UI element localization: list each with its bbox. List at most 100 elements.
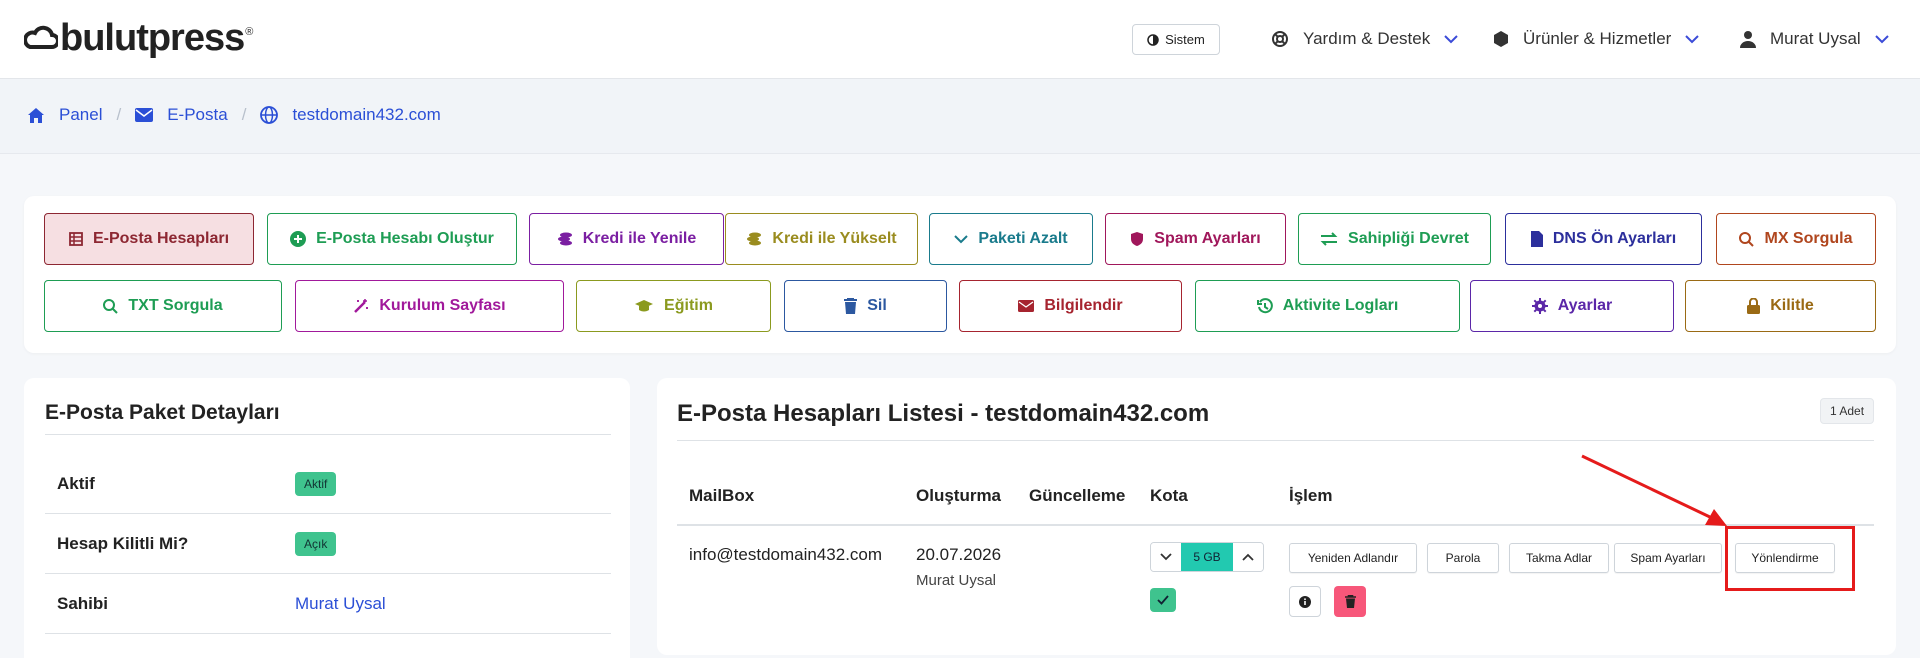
chevron-down-icon [1160,553,1172,561]
setup-page-button[interactable]: Kurulum Sayfası [295,280,564,332]
table-header-divider [677,524,1874,526]
downgrade-package-label: Paketi Azalt [978,230,1068,247]
quota-increase-button[interactable] [1233,543,1263,571]
nav-user[interactable]: Murat Uysal [1740,27,1889,51]
downgrade-package-button[interactable]: Paketi Azalt [929,213,1093,265]
detail-label: Hesap Kilitli Mi? [57,534,189,553]
breadcrumb-panel[interactable]: Panel [27,105,102,125]
detail-row-active: Aktif Aktif [45,454,611,514]
breadcrumb-eposta-label: E-Posta [167,105,228,124]
dns-presets-button[interactable]: DNS Ön Ayarları [1505,213,1702,265]
quota-value[interactable]: 5 GB [1181,543,1233,571]
lock-status-badge: Açık [295,532,337,556]
coins-icon [557,232,572,246]
lock-label: Kilitle [1770,297,1814,314]
spam-settings-row-button[interactable]: Spam Ayarları [1614,543,1722,573]
column-header-quota: Kota [1150,486,1188,505]
activity-logs-button[interactable]: Aktivite Logları [1195,280,1460,332]
divider [45,434,611,435]
trash-icon [1344,595,1356,608]
delete-button[interactable]: Sil [784,280,947,332]
create-email-label: E-Posta Hesabı Oluştur [316,230,494,247]
graduation-cap-icon [635,300,654,312]
mx-lookup-button[interactable]: MX Sorgula [1716,213,1876,265]
training-button[interactable]: Eğitim [576,280,771,332]
logo-text: bulutpress [60,16,245,59]
file-icon [1530,231,1543,247]
lifebuoy-icon [1272,31,1288,47]
detail-label: Sahibi [57,594,109,613]
count-badge: 1 Adet [1820,398,1875,424]
txt-lookup-button[interactable]: TXT Sorgula [44,280,282,332]
dns-presets-label: DNS Ön Ayarları [1552,230,1677,247]
lock-button[interactable]: Kilitle [1685,280,1876,332]
create-email-button[interactable]: E-Posta Hesabı Oluştur [267,213,517,265]
nav-help[interactable]: Yardım & Destek [1271,27,1458,51]
breadcrumb-separator: / [116,105,122,124]
notify-button[interactable]: Bilgilendir [959,280,1182,332]
transfer-ownership-button[interactable]: Sahipliği Devret [1298,213,1491,265]
email-accounts-button[interactable]: E-Posta Hesapları [44,213,254,265]
aliases-button[interactable]: Takma Adlar [1509,543,1609,573]
column-header-actions: İşlem [1289,486,1333,505]
chevron-down-icon [954,235,969,244]
nav-user-label: Murat Uysal [1770,29,1861,48]
detail-row-owner: Sahibi Murat Uysal [45,574,611,634]
logo[interactable]: bulutpress ® [24,16,253,59]
accounts-list-card: E-Posta Hesapları Listesi - testdomain43… [657,378,1896,655]
chevron-down-icon [1685,35,1700,44]
rename-button[interactable]: Yeniden Adlandır [1289,543,1417,573]
nav-products-label: Ürünler & Hizmetler [1523,29,1672,48]
mx-lookup-label: MX Sorgula [1764,230,1853,247]
history-icon [1256,298,1273,314]
registered-mark: ® [245,26,253,38]
renew-credit-button[interactable]: Kredi ile Yenile [529,213,724,265]
breadcrumb-eposta[interactable]: E-Posta [135,105,228,125]
chevron-down-icon [1444,35,1458,44]
user-icon [1740,31,1756,48]
nav-help-label: Yardım & Destek [1303,29,1431,48]
home-icon [28,108,44,123]
column-header-mailbox: MailBox [689,486,755,505]
theme-toggle-button[interactable]: Sistem [1132,24,1220,55]
column-header-created: Oluşturma [916,486,1002,505]
search-icon [103,298,119,314]
lock-icon [1747,298,1761,314]
trash-icon [844,298,858,314]
created-date-cell: 20.07.2026 [916,545,1002,564]
plus-circle-icon [290,231,307,247]
settings-button[interactable]: Ayarlar [1470,280,1674,332]
highlight-box [1725,526,1855,591]
upgrade-credit-label: Kredi ile Yükselt [772,230,897,247]
quota-stepper: 5 GB [1150,542,1264,572]
exchange-icon [1320,232,1338,246]
status-badge: Aktif [295,472,337,496]
actions-card: E-Posta Hesapları E-Posta Hesabı Oluştur… [24,196,1896,353]
box-icon [1494,31,1508,47]
spam-settings-label: Spam Ayarları [1154,230,1261,247]
info-button[interactable] [1289,586,1321,617]
detail-label: Aktif [57,474,95,493]
delete-row-button[interactable] [1334,586,1366,617]
quota-save-button[interactable] [1150,588,1176,612]
magic-wand-icon [354,299,369,313]
owner-link[interactable]: Murat Uysal [295,594,386,613]
check-icon [1157,595,1169,605]
quota-decrease-button[interactable] [1151,543,1181,571]
nav-products[interactable]: Ürünler & Hizmetler [1493,27,1700,51]
breadcrumb-panel-label: Panel [59,105,103,124]
spam-settings-button[interactable]: Spam Ayarları [1105,213,1286,265]
txt-lookup-label: TXT Sorgula [128,297,223,314]
breadcrumb-band: Panel / E-Posta / testdomain432.com [0,79,1920,154]
shield-icon [1131,232,1144,246]
envelope-icon [1018,300,1035,312]
upgrade-credit-button[interactable]: Kredi ile Yükselt [725,213,918,265]
top-navbar: bulutpress ® Sistem Yardım & Destek Ürün… [0,0,1920,79]
breadcrumb-domain[interactable]: testdomain432.com [260,105,441,125]
renew-credit-label: Kredi ile Yenile [582,230,697,247]
info-icon [1299,595,1311,608]
notify-label: Bilgilendir [1044,297,1123,314]
contrast-icon [1147,33,1159,46]
password-button[interactable]: Parola [1427,543,1499,573]
setup-page-label: Kurulum Sayfası [379,297,506,314]
